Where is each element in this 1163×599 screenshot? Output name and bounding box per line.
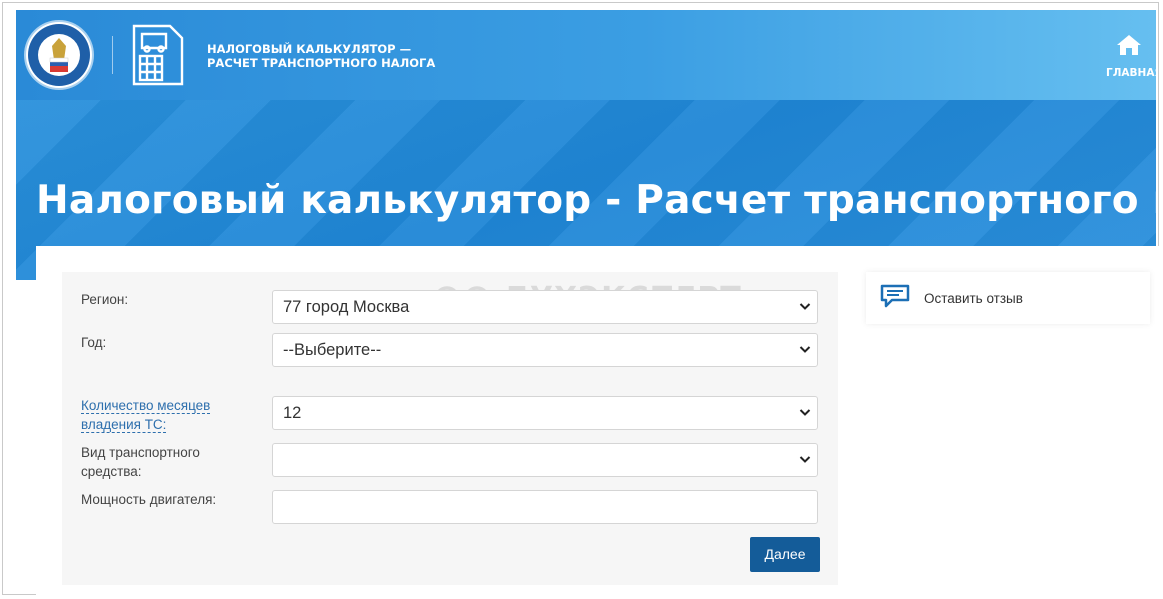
home-link[interactable]: ГЛАВНАЯ	[1106, 67, 1156, 79]
region-select-value: 77 город Москва	[283, 298, 410, 316]
vehicle-type-label: Вид транспортного средства:	[81, 443, 200, 481]
chevron-down-icon	[799, 303, 811, 310]
region-label: Регион:	[81, 292, 129, 307]
next-button[interactable]: Далее	[750, 537, 820, 572]
calculator-car-icon	[130, 22, 186, 88]
feedback-chat-icon	[880, 284, 910, 308]
header-divider	[112, 36, 113, 74]
region-select[interactable]: 77 город Москва	[272, 290, 818, 324]
ownership-months-label-line-1: Количество месяцев	[81, 398, 211, 414]
fns-emblem-icon[interactable]	[26, 22, 92, 88]
vehicle-type-label-line-2: средства:	[81, 464, 142, 479]
chevron-down-icon	[799, 409, 811, 416]
ownership-months-select[interactable]: 12	[272, 396, 818, 430]
vehicle-type-label-line-1: Вид транспортного	[81, 445, 200, 460]
ownership-months-label[interactable]: Количество месяцев владения ТС:	[81, 396, 211, 434]
year-select-value: --Выберите--	[283, 341, 382, 359]
year-label: Год:	[81, 335, 107, 350]
feedback-link[interactable]: Оставить отзыв	[924, 291, 1023, 306]
year-select[interactable]: --Выберите--	[272, 333, 818, 367]
feedback-box[interactable]: Оставить отзыв	[866, 272, 1150, 324]
ownership-months-value: 12	[283, 404, 302, 422]
chevron-down-icon	[799, 346, 811, 353]
engine-power-label: Мощность двигателя:	[81, 492, 217, 507]
hero-banner: НАЛОГОВЫЙ КАЛЬКУЛЯТОР — РАСЧЕТ ТРАНСПОРТ…	[16, 10, 1156, 280]
page-title: Налоговый калькулятор - Расчет транспорт…	[36, 178, 1156, 223]
site-title-line-2: РАСЧЕТ ТРАНСПОРТНОГО НАЛОГА	[207, 56, 436, 70]
engine-power-input[interactable]	[272, 490, 818, 524]
top-navigation-bar: НАЛОГОВЫЙ КАЛЬКУЛЯТОР — РАСЧЕТ ТРАНСПОРТ…	[16, 10, 1156, 100]
ownership-months-label-line-2: владения ТС:	[81, 417, 167, 433]
site-title-line-1: НАЛОГОВЫЙ КАЛЬКУЛЯТОР —	[207, 42, 412, 56]
home-icon[interactable]	[1116, 34, 1142, 56]
vehicle-type-select[interactable]	[272, 443, 818, 477]
chevron-down-icon	[799, 456, 811, 463]
site-title[interactable]: НАЛОГОВЫЙ КАЛЬКУЛЯТОР — РАСЧЕТ ТРАНСПОРТ…	[207, 42, 457, 70]
